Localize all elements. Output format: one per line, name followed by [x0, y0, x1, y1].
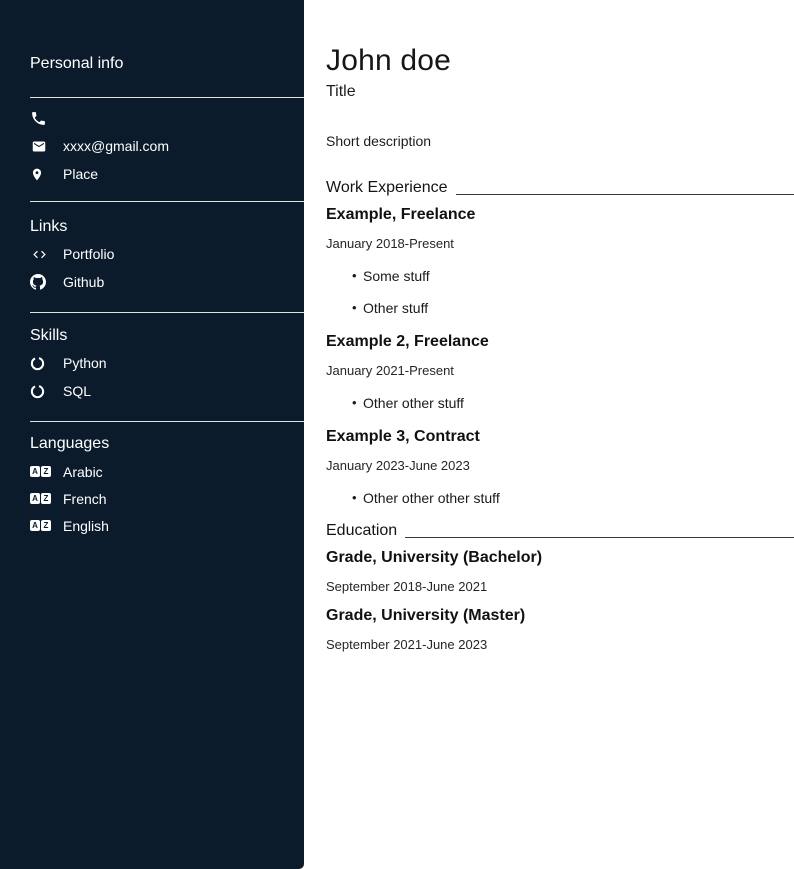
languages-heading: Languages [30, 434, 304, 454]
skill-label: SQL [63, 383, 91, 399]
entry-title: Example 2, Freelance [326, 332, 794, 352]
language-label: Arabic [63, 464, 103, 480]
sidebar-divider [30, 312, 304, 313]
translate-icon: AZ [30, 466, 49, 477]
person-name: John doe [326, 44, 794, 78]
personal-info-heading: Personal info [30, 54, 304, 74]
work-entry: Example 2, Freelance January 2021-Presen… [326, 332, 794, 412]
entry-bullets: Other other stuff [326, 394, 794, 412]
links-heading: Links [30, 217, 304, 237]
circle-ring-icon [30, 356, 49, 371]
envelope-icon [30, 139, 49, 154]
entry-dates: January 2018-Present [326, 235, 794, 252]
skills-list: Python SQL [0, 349, 304, 405]
phone-icon [30, 110, 49, 127]
skill-item: Python [30, 349, 304, 377]
translate-icon-a: A [30, 520, 40, 531]
work-entry: Example, Freelance January 2018-Present … [326, 205, 794, 317]
short-description: Short description [326, 132, 794, 150]
entry-bullets: Other other other stuff [326, 489, 794, 507]
link-item-portfolio[interactable]: Portfolio [30, 240, 304, 268]
translate-icon-z: Z [41, 493, 51, 504]
section-rule [405, 537, 794, 538]
translate-icon-a: A [30, 466, 40, 477]
link-label[interactable]: Github [63, 274, 104, 290]
section-title: Education [326, 521, 397, 541]
sidebar: Personal info xxxx@gmail.com Place [0, 0, 304, 869]
language-label: French [63, 491, 107, 507]
links-list: Portfolio Github [0, 240, 304, 296]
entry-title: Grade, University (Master) [326, 606, 794, 626]
entry-dates: September 2021-June 2023 [326, 636, 794, 653]
education-entry: Grade, University (Master) September 202… [326, 606, 794, 653]
bullet-item: Other other stuff [352, 394, 794, 412]
language-item: AZ Arabic [30, 458, 304, 485]
translate-icon: AZ [30, 493, 49, 504]
language-item: AZ English [30, 512, 304, 539]
translate-icon: AZ [30, 520, 49, 531]
link-item-github[interactable]: Github [30, 268, 304, 296]
entry-bullets: Some stuff Other stuff [326, 267, 794, 317]
github-icon [30, 274, 49, 290]
entry-title: Example, Freelance [326, 205, 794, 225]
location-value: Place [63, 166, 98, 182]
entry-dates: January 2023-June 2023 [326, 457, 794, 474]
language-label: English [63, 518, 109, 534]
languages-list: AZ Arabic AZ French AZ English [0, 458, 304, 539]
skill-label: Python [63, 355, 107, 371]
phone-row [30, 104, 304, 132]
section-rule [456, 194, 794, 195]
sidebar-divider [30, 201, 304, 202]
resume-page: Personal info xxxx@gmail.com Place [0, 0, 794, 653]
work-experience-heading: Work Experience [326, 178, 794, 198]
bullet-item: Some stuff [352, 267, 794, 285]
personal-info-list: xxxx@gmail.com Place [0, 104, 304, 188]
work-entry: Example 3, Contract January 2023-June 20… [326, 427, 794, 507]
translate-icon-z: Z [41, 520, 51, 531]
entry-dates: January 2021-Present [326, 362, 794, 379]
sidebar-divider [30, 97, 304, 98]
bullet-item: Other stuff [352, 299, 794, 317]
entry-title: Example 3, Contract [326, 427, 794, 447]
job-title: Title [326, 82, 794, 102]
section-title: Work Experience [326, 178, 448, 198]
language-item: AZ French [30, 485, 304, 512]
entry-dates: September 2018-June 2021 [326, 578, 794, 595]
bullet-item: Other other other stuff [352, 489, 794, 507]
code-icon [30, 247, 49, 262]
resume-body: John doe Title Short description Work Ex… [304, 0, 794, 653]
circle-ring-icon [30, 384, 49, 399]
translate-icon-a: A [30, 493, 40, 504]
map-pin-icon [30, 166, 49, 183]
sidebar-divider [30, 421, 304, 422]
education-entry: Grade, University (Bachelor) September 2… [326, 548, 794, 595]
entry-title: Grade, University (Bachelor) [326, 548, 794, 568]
email-row[interactable]: xxxx@gmail.com [30, 132, 304, 160]
email-value[interactable]: xxxx@gmail.com [63, 138, 169, 154]
education-heading: Education [326, 521, 794, 541]
location-row: Place [30, 160, 304, 188]
translate-icon-z: Z [41, 466, 51, 477]
link-label[interactable]: Portfolio [63, 246, 114, 262]
skill-item: SQL [30, 377, 304, 405]
skills-heading: Skills [30, 326, 304, 346]
